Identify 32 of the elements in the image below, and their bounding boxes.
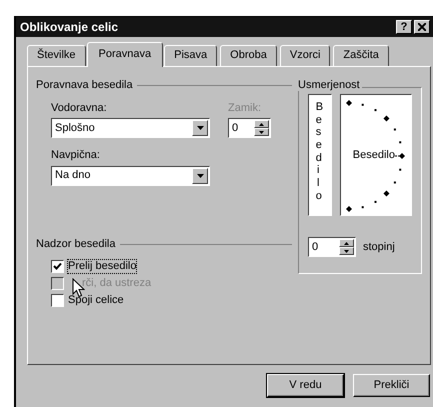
field-label: Zamik: <box>228 102 262 116</box>
orientation-dial[interactable]: Besedilo <box>340 94 412 216</box>
group-title: Nadzor besedila <box>36 238 116 251</box>
vertical-text: Besedilo <box>316 101 324 204</box>
tab[interactable]: Poravnava <box>86 42 164 67</box>
field-label: Navpična: <box>51 149 101 163</box>
checkbox-label[interactable]: Prelij besedilo <box>68 260 136 273</box>
tab[interactable]: Zaščita <box>333 44 389 66</box>
checkbox-label[interactable]: Spoji celice <box>68 294 124 308</box>
checkbox[interactable] <box>51 294 64 308</box>
close-button[interactable] <box>414 20 430 34</box>
tab[interactable]: Pisava <box>164 44 218 66</box>
vertical-text-box[interactable]: Besedilo <box>308 94 332 216</box>
close-icon <box>418 23 426 32</box>
spin-arrows-icon[interactable] <box>254 120 269 136</box>
degrees-spinner[interactable]: 0 <box>308 237 356 258</box>
group-title: Poravnava besedila <box>36 79 133 92</box>
field-label: Vodoravna: <box>51 102 108 116</box>
window-title: Oblikovanje celic <box>20 20 118 34</box>
dial-text: Besedilo <box>352 149 395 162</box>
tab[interactable]: Obroba <box>220 44 277 66</box>
horizontal-dropdown[interactable]: Splošno <box>51 118 210 138</box>
tab[interactable]: Vzorci <box>280 44 330 66</box>
cancel-button[interactable]: Prekliči <box>353 374 430 397</box>
tab[interactable]: Številke <box>27 44 86 66</box>
degrees-label: stopinj <box>363 240 395 254</box>
ok-button[interactable]: V redu <box>267 374 344 397</box>
help-button[interactable]: ? <box>396 20 412 34</box>
group-title: Usmerjenost <box>298 79 362 91</box>
checkbox[interactable] <box>51 260 64 273</box>
vertical-dropdown[interactable]: Na dno <box>51 166 210 186</box>
spin-arrows-icon[interactable] <box>339 239 354 256</box>
